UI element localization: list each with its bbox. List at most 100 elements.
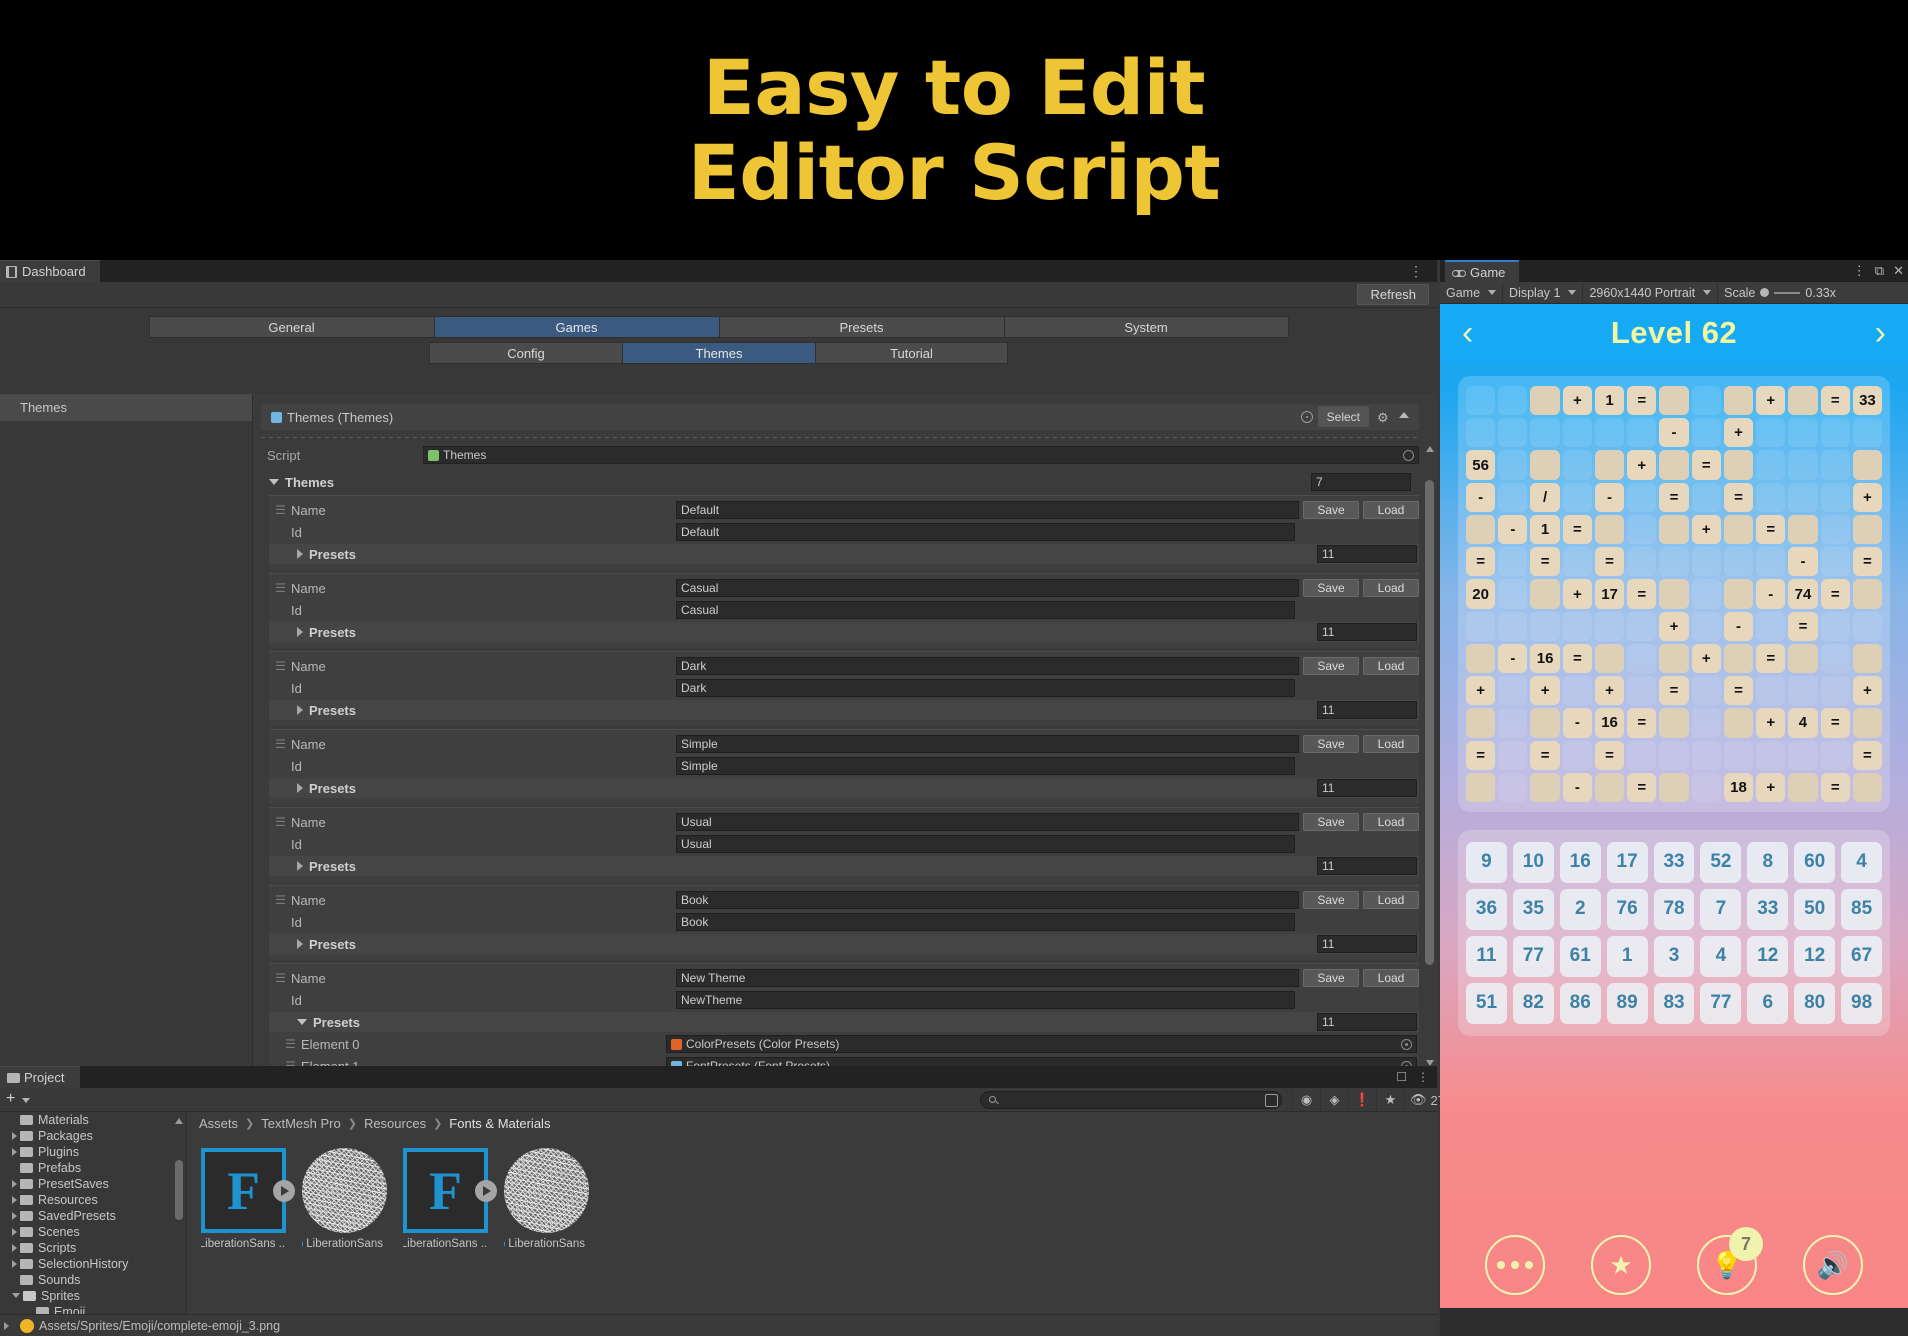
keypad-key[interactable]: 6	[1747, 982, 1789, 1024]
tree-disclosure-icon[interactable]	[12, 1180, 17, 1188]
keypad-key[interactable]: 33	[1653, 842, 1695, 883]
themes-foldout[interactable]: Themes	[269, 472, 1419, 492]
board-cell-value[interactable]: -	[1562, 708, 1592, 738]
board-cell-blank[interactable]	[1788, 514, 1818, 545]
theme-name-input[interactable]: Book	[676, 891, 1299, 909]
keypad-key[interactable]: 77	[1700, 982, 1742, 1024]
reorder-handle-icon[interactable]: ☰	[269, 893, 291, 907]
breadcrumb-resources[interactable]: Resources	[364, 1116, 426, 1131]
theme-id-input[interactable]: Default	[676, 523, 1295, 541]
theme-load-button[interactable]: Load	[1363, 501, 1419, 519]
board-cell-blank[interactable]	[1466, 643, 1496, 674]
keypad-key[interactable]: 50	[1794, 888, 1836, 930]
board-cell-value[interactable]: 17	[1594, 579, 1625, 609]
reorder-handle-icon[interactable]: ☰	[269, 815, 291, 829]
sidebar-item-themes[interactable]: Themes	[0, 394, 252, 421]
board-cell-value[interactable]: -	[1562, 772, 1592, 803]
game-maximize-icon[interactable]: ⧉	[1875, 263, 1884, 279]
keypad-key[interactable]: 8	[1747, 842, 1789, 883]
nav-system[interactable]: System	[1003, 316, 1289, 338]
board-cell-blank[interactable]	[1852, 514, 1883, 545]
presets-count-field[interactable]: 11	[1317, 779, 1417, 797]
keypad-key[interactable]: 51	[1466, 982, 1507, 1024]
refresh-button[interactable]: Refresh	[1357, 284, 1429, 305]
keypad-key[interactable]: 77	[1512, 935, 1554, 977]
reorder-handle-icon[interactable]: ☰	[269, 503, 291, 517]
theme-save-button[interactable]: Save	[1303, 501, 1359, 519]
reorder-handle-icon[interactable]: ☰	[279, 1037, 301, 1051]
board-cell-value[interactable]: /	[1530, 482, 1560, 512]
nav-games[interactable]: Games	[433, 316, 719, 338]
board-cell-blank[interactable]	[1852, 708, 1883, 738]
script-field[interactable]: Themes	[423, 446, 1419, 464]
board-cell-blank[interactable]	[1852, 450, 1883, 480]
filter-by-type-icon[interactable]: ◉	[1292, 1090, 1320, 1110]
keypad-key[interactable]: 78	[1653, 888, 1695, 930]
search-expand-icon[interactable]	[1265, 1094, 1278, 1107]
board-cell-blank[interactable]	[1659, 643, 1689, 674]
search-input[interactable]	[980, 1091, 1282, 1109]
board-cell-value[interactable]: =	[1691, 450, 1721, 480]
board-cell-blank[interactable]	[1723, 708, 1754, 738]
theme-save-button[interactable]: Save	[1303, 969, 1359, 987]
tree-item-scenes[interactable]: Scenes	[0, 1224, 186, 1240]
game-scale-slider[interactable]: Scale 0.33x	[1718, 286, 1842, 300]
board-cell-value[interactable]: =	[1659, 676, 1689, 706]
reorder-handle-icon[interactable]: ☰	[269, 737, 291, 751]
breadcrumb-fonts-materials[interactable]: Fonts & Materials	[449, 1116, 550, 1131]
board-cell-value[interactable]: +	[1530, 676, 1560, 706]
board-cell-blank[interactable]	[1723, 386, 1754, 416]
tab-project[interactable]: Project	[0, 1066, 81, 1088]
keypad-key[interactable]: 98	[1841, 982, 1883, 1024]
presets-count-field[interactable]: 11	[1317, 1013, 1417, 1031]
board-cell-blank[interactable]	[1852, 579, 1883, 609]
reorder-handle-icon[interactable]: ☰	[269, 659, 291, 673]
theme-id-input[interactable]: Dark	[676, 679, 1295, 697]
board-cell-value[interactable]: =	[1530, 547, 1560, 577]
board-cell-value[interactable]: =	[1852, 547, 1883, 577]
theme-save-button[interactable]: Save	[1303, 735, 1359, 753]
board-cell-value[interactable]: +	[1627, 450, 1657, 480]
board-cell-blank[interactable]	[1594, 514, 1625, 545]
theme-name-input[interactable]: Casual	[676, 579, 1299, 597]
board-cell-value[interactable]: =	[1627, 386, 1657, 416]
board-cell-value[interactable]: +	[1594, 676, 1625, 706]
board-cell-value[interactable]: =	[1627, 772, 1657, 803]
board-cell-value[interactable]: +	[1691, 643, 1721, 674]
tree-scrollbar[interactable]	[175, 1118, 183, 1280]
board-cell-value[interactable]: =	[1466, 740, 1496, 770]
theme-id-input[interactable]: NewTheme	[676, 991, 1295, 1009]
tree-item-emoji[interactable]: Emoji	[0, 1304, 186, 1314]
board-cell-value[interactable]: -	[1756, 579, 1786, 609]
maximize-icon[interactable]: ☐	[1396, 1070, 1407, 1084]
board-cell-value[interactable]: +	[1756, 772, 1786, 803]
board-cell-value[interactable]: =	[1788, 611, 1818, 641]
scale-slider-track[interactable]	[1774, 291, 1801, 294]
presets-count-field[interactable]: 11	[1317, 935, 1417, 953]
keypad-key[interactable]: 85	[1841, 888, 1883, 930]
tree-disclosure-icon[interactable]	[12, 1244, 17, 1252]
star-button[interactable]: ★	[1591, 1235, 1651, 1295]
board-cell-blank[interactable]	[1594, 450, 1625, 480]
keypad-key[interactable]: 2	[1559, 888, 1601, 930]
theme-load-button[interactable]: Load	[1363, 891, 1419, 909]
board-cell-blank[interactable]	[1530, 386, 1560, 416]
tree-item-savedpresets[interactable]: SavedPresets	[0, 1208, 186, 1224]
tree-item-selectionhistory[interactable]: SelectionHistory	[0, 1256, 186, 1272]
theme-name-input[interactable]: Usual	[676, 813, 1299, 831]
keypad-key[interactable]: 52	[1700, 842, 1742, 883]
board-cell-value[interactable]: +	[1562, 579, 1592, 609]
board-cell-value[interactable]: =	[1530, 740, 1560, 770]
keypad-key[interactable]: 17	[1606, 842, 1648, 883]
keypad-key[interactable]: 33	[1747, 888, 1789, 930]
asset-item[interactable]: LiberationSans ...	[302, 1148, 387, 1250]
board-cell-value[interactable]: +	[1466, 676, 1496, 706]
board-cell-blank[interactable]	[1594, 643, 1625, 674]
board-cell-value[interactable]: 56	[1466, 450, 1496, 480]
reorder-handle-icon[interactable]: ☰	[269, 971, 291, 985]
presets-count-field[interactable]: 11	[1317, 857, 1417, 875]
tree-disclosure-icon[interactable]	[12, 1260, 17, 1268]
keypad-key[interactable]: 60	[1794, 842, 1836, 883]
theme-id-input[interactable]: Usual	[676, 835, 1295, 853]
board-cell-blank[interactable]	[1852, 772, 1883, 803]
